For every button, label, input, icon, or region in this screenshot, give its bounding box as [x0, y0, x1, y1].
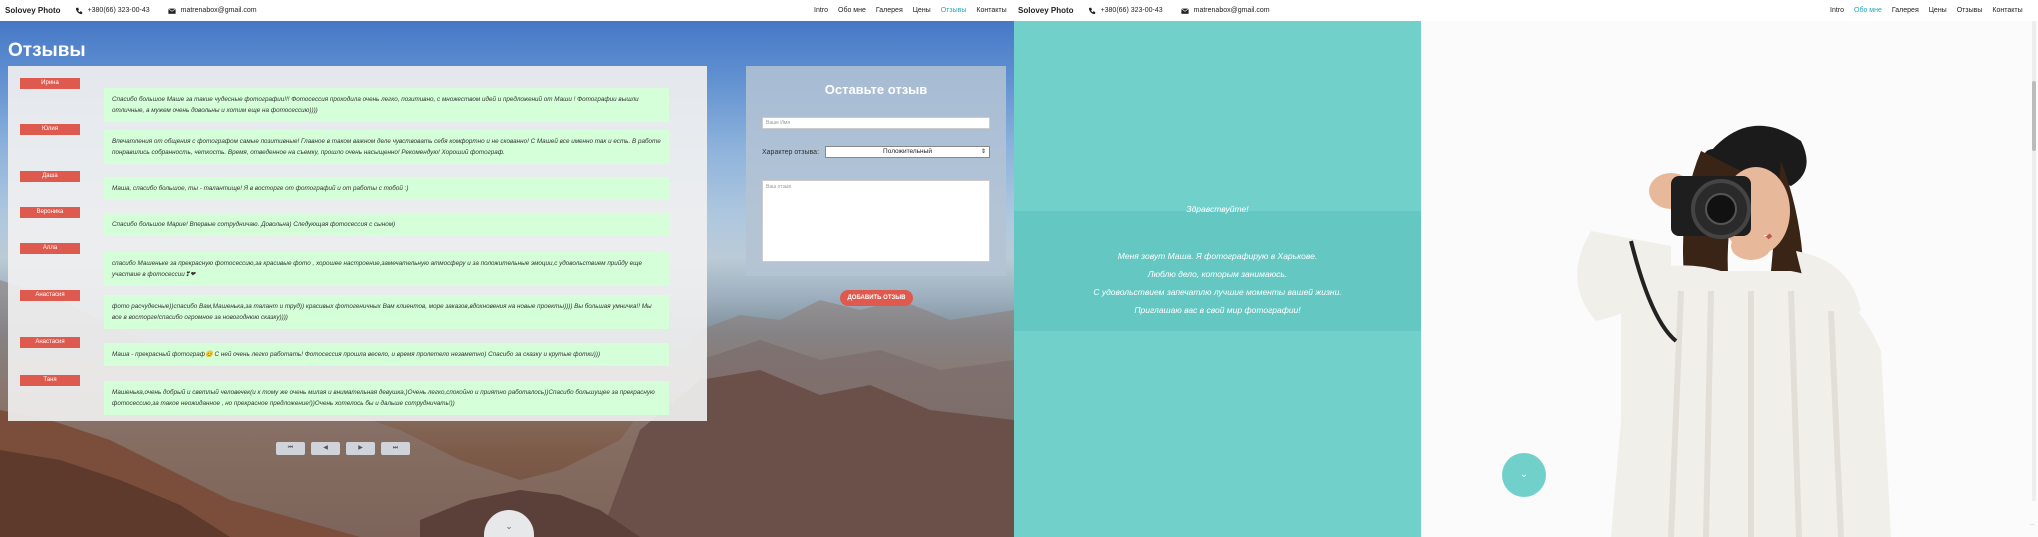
review-text: Впечатления от общения с фотографом самы… — [104, 130, 669, 164]
top-navbar-right: Solovey Photo +380(66) 323-00-43 matrena… — [1014, 0, 2038, 21]
page-title: Отзывы — [8, 40, 86, 61]
submit-review-button[interactable]: ДОБАВИТЬ ОТЗЫВ — [840, 290, 913, 306]
mail-icon — [167, 7, 176, 14]
email-contact-2: matrenabox@gmail.com — [1180, 7, 1270, 15]
character-select[interactable]: Положительный ⇕ — [825, 146, 990, 158]
nav-item-gallery[interactable]: Галерея — [876, 7, 903, 14]
page-scrollbar[interactable] — [2032, 21, 2036, 501]
phone-text[interactable]: +380(66) 323-00-43 — [88, 7, 150, 14]
nav-item-gallery-2[interactable]: Галерея — [1892, 7, 1919, 14]
phone-icon — [1088, 7, 1095, 14]
review-author: Таня — [20, 375, 80, 386]
review-text: Машенька,очень добрый и светлый человече… — [104, 381, 669, 415]
review-text: Маша - прекрасный фотограф😊 С ней очень … — [104, 343, 669, 366]
first-page-button[interactable]: ⏮ — [276, 442, 305, 455]
nav-item-prices[interactable]: Цены — [913, 7, 931, 14]
chevron-down-icon: ⌄ — [505, 521, 513, 531]
reviews-list: Ирина Спасибо большое Маше за такие чуде… — [8, 66, 707, 421]
review-author: Вероника — [20, 207, 80, 218]
review-author: Юлия — [20, 124, 80, 135]
about-line: Приглашаю вас в свой мир фотографии! — [1134, 305, 1301, 315]
scrollbar-thumb[interactable] — [2032, 81, 2036, 151]
review-textarea[interactable]: Ваш отзыв — [762, 180, 990, 262]
nav-item-prices-2[interactable]: Цены — [1929, 7, 1947, 14]
about-greeting: Здравствуйте! — [1186, 204, 1249, 214]
review-form: Оставьте отзыв Ваше Имя Характер отзыва:… — [746, 66, 1006, 276]
next-page-button[interactable]: ▶ — [346, 442, 375, 455]
email-text-2[interactable]: matrenabox@gmail.com — [1194, 7, 1270, 14]
about-section — [1014, 21, 1421, 537]
email-contact: matrenabox@gmail.com — [167, 7, 257, 15]
nav-item-contacts[interactable]: Контакты — [976, 7, 1006, 14]
review-author: Анастасия — [20, 290, 80, 301]
review-text: Спасибо большое Маше за такие чудесные ф… — [104, 88, 669, 122]
select-arrows-icon: ⇕ — [980, 149, 986, 155]
review-author: Даша — [20, 171, 80, 182]
phone-text-2[interactable]: +380(66) 323-00-43 — [1101, 7, 1163, 14]
email-text[interactable]: matrenabox@gmail.com — [181, 7, 257, 14]
form-title: Оставьте отзыв — [824, 82, 928, 97]
nav-item-about[interactable]: Обо мне — [838, 7, 866, 14]
brand-logo-2[interactable]: Solovey Photo — [1018, 6, 1074, 15]
phone-contact: +380(66) 323-00-43 — [75, 7, 150, 15]
last-page-button[interactable]: ⏭ — [381, 442, 410, 455]
about-line: Меня зовут Маша. Я фотографирую в Харько… — [1117, 251, 1318, 261]
about-line: Люблю дело, которым занимаюсь. — [1147, 269, 1288, 279]
corner-indicator: ... — [2030, 521, 2035, 527]
character-select-value: Положительный — [883, 148, 932, 155]
review-text: фото расчудесные))спасибо Вам,Машенька,з… — [104, 295, 669, 329]
nav-item-reviews[interactable]: Отзывы — [941, 7, 967, 14]
reviews-pagination: ⏮ ◀ ▶ ⏭ — [276, 442, 410, 455]
name-input[interactable]: Ваше Имя — [762, 117, 990, 129]
review-author: Анастасия — [20, 337, 80, 348]
review-text: Спасибо большое Марие! Впервые сотруднич… — [104, 213, 669, 236]
top-navbar-left: Solovey Photo +380(66) 323-00-43 matrena… — [0, 0, 1014, 21]
nav-item-intro[interactable]: Intro — [814, 7, 828, 14]
phone-contact-2: +380(66) 323-00-43 — [1088, 7, 1163, 15]
mail-icon — [1180, 7, 1189, 14]
character-label: Характер отзыва: — [762, 149, 820, 156]
nav-menu-right: Intro Обо мне Галерея Цены Отзывы Контак… — [1830, 7, 2023, 14]
review-author: Ирина — [20, 78, 80, 89]
chevron-down-icon: ⌄ — [1519, 469, 1529, 480]
nav-item-reviews-2[interactable]: Отзывы — [1957, 7, 1983, 14]
prev-page-button[interactable]: ◀ — [311, 442, 340, 455]
nav-item-intro-2[interactable]: Intro — [1830, 7, 1844, 14]
review-author: Алла — [20, 243, 80, 254]
about-line: С удовольствием запечатлю лучшие моменты… — [1093, 287, 1342, 297]
brand-logo[interactable]: Solovey Photo — [5, 6, 61, 15]
scroll-down-button-2[interactable]: ⌄ — [1502, 453, 1546, 497]
nav-item-about-2[interactable]: Обо мне — [1854, 7, 1882, 14]
nav-menu-left: Intro Обо мне Галерея Цены Отзывы Контак… — [814, 7, 1007, 14]
review-text: Маша, спасибо большое, ты - талантище! Я… — [104, 177, 669, 200]
review-text: спасибо Машеньке за прекрасную фотосесси… — [104, 252, 669, 286]
phone-icon — [75, 7, 82, 14]
nav-item-contacts-2[interactable]: Контакты — [1992, 7, 2022, 14]
